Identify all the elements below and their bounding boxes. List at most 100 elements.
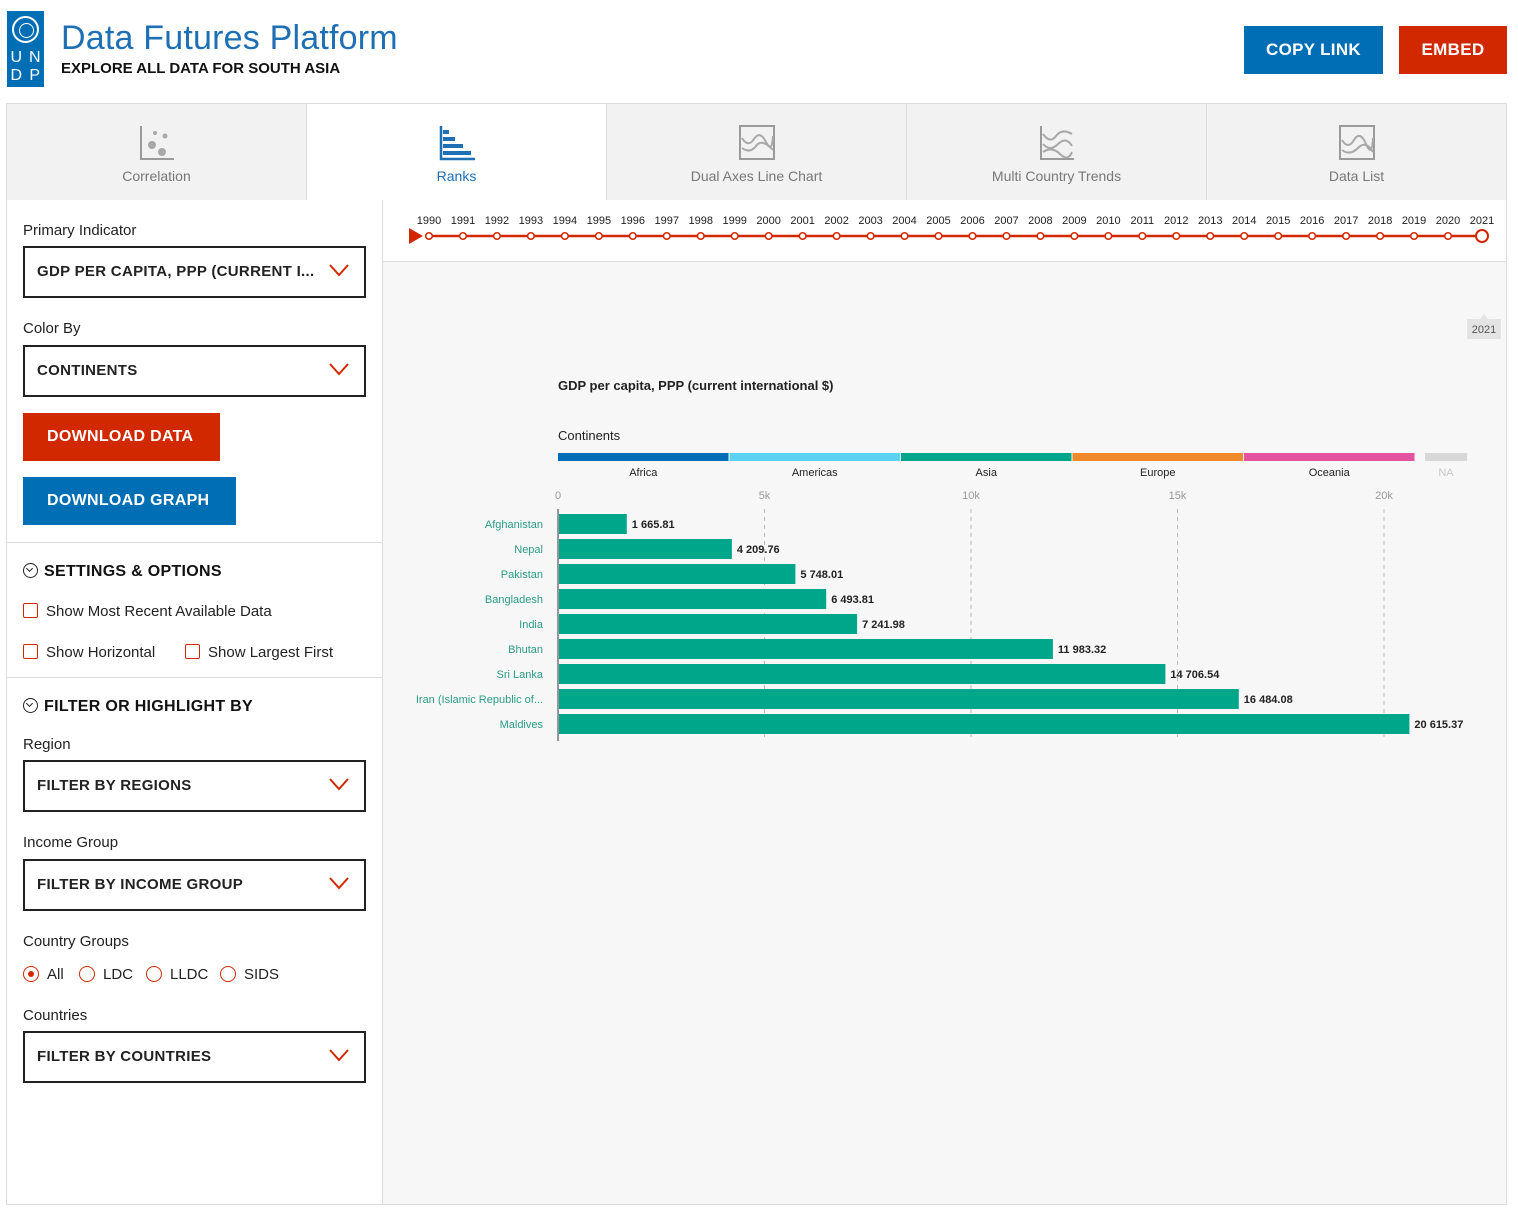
- timeline-tick[interactable]: [424, 231, 434, 241]
- legend-swatch[interactable]: [1244, 453, 1415, 461]
- undp-logo[interactable]: U N D P: [7, 11, 44, 87]
- timeline-tick[interactable]: [866, 231, 875, 241]
- timeline-year-label[interactable]: 2019: [1402, 215, 1426, 227]
- timeline-year-label[interactable]: 1990: [417, 215, 441, 227]
- timeline-year-label[interactable]: 2020: [1436, 215, 1460, 227]
- timeline-tick[interactable]: [1274, 231, 1283, 241]
- radio-sids[interactable]: SIDS: [220, 966, 279, 983]
- timeline-handle[interactable]: [1475, 229, 1489, 243]
- tab-multi-country-trends[interactable]: Multi Country Trends: [907, 104, 1207, 200]
- bar[interactable]: [559, 539, 732, 559]
- timeline-year-label[interactable]: 2018: [1368, 215, 1392, 227]
- timeline-tick[interactable]: [764, 231, 773, 241]
- radio-lldc[interactable]: LLDC: [146, 966, 208, 983]
- timeline-tick[interactable]: [1206, 231, 1215, 241]
- primary-indicator-select[interactable]: GDP PER CAPITA, PPP (CURRENT I...: [23, 246, 366, 298]
- download-data-button[interactable]: DOWNLOAD DATA: [23, 413, 220, 461]
- settings-section-toggle[interactable]: SETTINGS & OPTIONS: [23, 563, 222, 581]
- category-label[interactable]: Bangladesh: [485, 594, 543, 606]
- timeline-year-label[interactable]: 2000: [756, 215, 780, 227]
- timeline-year-label[interactable]: 2006: [960, 215, 984, 227]
- filter-section-toggle[interactable]: FILTER OR HIGHLIGHT BY: [23, 698, 253, 716]
- timeline-year-label[interactable]: 2002: [824, 215, 848, 227]
- bar[interactable]: [559, 639, 1053, 659]
- timeline-tick[interactable]: [696, 231, 705, 241]
- category-label[interactable]: Nepal: [514, 544, 543, 556]
- timeline-year-label[interactable]: 1995: [587, 215, 611, 227]
- timeline-year-label[interactable]: 1991: [451, 215, 475, 227]
- timeline-tick[interactable]: [1002, 231, 1011, 241]
- timeline-tick[interactable]: [832, 231, 841, 241]
- timeline-tick[interactable]: [1036, 231, 1045, 241]
- timeline-year-label[interactable]: 2003: [858, 215, 882, 227]
- bar[interactable]: [559, 689, 1239, 709]
- bar[interactable]: [559, 514, 627, 534]
- bar[interactable]: [559, 714, 1410, 734]
- legend-label[interactable]: Europe: [1140, 467, 1175, 479]
- timeline-tick[interactable]: [900, 231, 909, 241]
- timeline-year-label[interactable]: 2005: [926, 215, 950, 227]
- show-largest-first-checkbox[interactable]: Show Largest First: [185, 644, 333, 661]
- timeline-year-label[interactable]: 2016: [1300, 215, 1324, 227]
- timeline-year-label[interactable]: 1999: [722, 215, 746, 227]
- timeline-tick[interactable]: [1172, 231, 1181, 241]
- legend-label[interactable]: Americas: [792, 467, 838, 479]
- timeline-tick[interactable]: [1104, 231, 1113, 241]
- timeline-year-label[interactable]: 1998: [688, 215, 712, 227]
- timeline-year-label[interactable]: 1993: [519, 215, 543, 227]
- timeline-tick[interactable]: [968, 231, 977, 241]
- bar[interactable]: [559, 589, 827, 609]
- timeline-year-label[interactable]: 2014: [1232, 215, 1256, 227]
- timeline-slider[interactable]: 1990 1991 1992 1993 1994 1995 1996 1997 1998 1999…: [383, 200, 1506, 262]
- timeline-tick[interactable]: [458, 231, 468, 241]
- timeline-year-label[interactable]: 1996: [621, 215, 645, 227]
- timeline-year-label[interactable]: 2011: [1130, 215, 1154, 227]
- timeline-tick[interactable]: [492, 231, 501, 241]
- timeline-tick[interactable]: [934, 231, 943, 241]
- legend-label[interactable]: Asia: [976, 467, 998, 479]
- timeline-tick[interactable]: [662, 231, 671, 241]
- show-horizontal-checkbox[interactable]: Show Horizontal: [23, 644, 155, 661]
- legend-swatch[interactable]: [729, 453, 901, 461]
- download-graph-button[interactable]: DOWNLOAD GRAPH: [23, 477, 236, 525]
- radio-all[interactable]: All: [23, 966, 64, 983]
- timeline-year-label[interactable]: 2007: [994, 215, 1018, 227]
- timeline-year-label[interactable]: 1997: [655, 215, 679, 227]
- timeline-tick[interactable]: [1240, 231, 1249, 241]
- timeline-year-label[interactable]: 2012: [1164, 215, 1188, 227]
- category-label[interactable]: Iran (Islamic Republic of...: [416, 694, 543, 706]
- timeline-tick[interactable]: [1308, 231, 1317, 241]
- category-label[interactable]: Maldives: [500, 719, 544, 731]
- timeline-year-label[interactable]: 2010: [1096, 215, 1120, 227]
- category-label[interactable]: Bhutan: [508, 644, 543, 656]
- timeline-year-label[interactable]: 2008: [1028, 215, 1052, 227]
- timeline-year-label[interactable]: 2017: [1334, 215, 1358, 227]
- category-label[interactable]: Pakistan: [501, 569, 543, 581]
- legend-label[interactable]: Africa: [629, 467, 658, 479]
- timeline-tick[interactable]: [560, 231, 569, 241]
- timeline-year-label[interactable]: 2009: [1062, 215, 1086, 227]
- timeline-year-label[interactable]: 1992: [485, 215, 509, 227]
- income-group-select[interactable]: FILTER BY INCOME GROUP: [23, 859, 366, 911]
- timeline-tick[interactable]: [594, 231, 603, 241]
- legend-swatch[interactable]: [1425, 453, 1467, 461]
- timeline-tick[interactable]: [1342, 231, 1351, 241]
- embed-button[interactable]: EMBED: [1399, 26, 1507, 74]
- legend-swatch[interactable]: [1072, 453, 1244, 461]
- category-label[interactable]: India: [519, 619, 544, 631]
- timeline-tick[interactable]: [526, 231, 535, 241]
- timeline-year-label[interactable]: 2004: [892, 215, 916, 227]
- timeline-tick[interactable]: [1410, 231, 1419, 241]
- timeline-tick[interactable]: [1070, 231, 1079, 241]
- timeline-tick[interactable]: [798, 231, 807, 241]
- timeline-tick[interactable]: [628, 231, 637, 241]
- legend-label[interactable]: NA: [1438, 467, 1454, 479]
- bar[interactable]: [559, 564, 796, 584]
- timeline-year-label[interactable]: 2021: [1470, 215, 1494, 227]
- category-label[interactable]: Afghanistan: [485, 519, 543, 531]
- countries-select[interactable]: FILTER BY COUNTRIES: [23, 1031, 366, 1083]
- legend-swatch[interactable]: [901, 453, 1072, 461]
- bar[interactable]: [559, 664, 1166, 684]
- category-label[interactable]: Sri Lanka: [497, 669, 544, 681]
- radio-ldc[interactable]: LDC: [79, 966, 133, 983]
